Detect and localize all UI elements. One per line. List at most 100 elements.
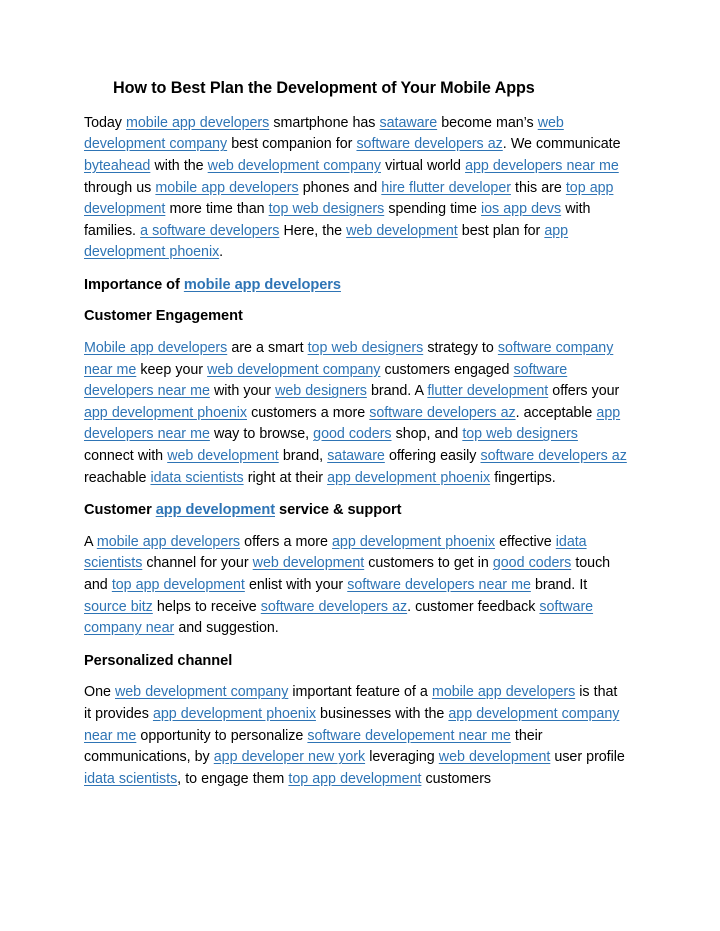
text-fragment: . We communicate: [502, 136, 621, 153]
link-mobile-app-developers[interactable]: mobile app developers: [126, 115, 269, 131]
link-web-development-3[interactable]: web development: [253, 555, 365, 571]
link-top-web-designers-3[interactable]: top web designers: [462, 426, 578, 442]
link-a-software-developers[interactable]: a software developers: [140, 223, 279, 239]
text-fragment: brand,: [278, 448, 328, 465]
heading-customer-service-support: Customer app development service & suppo…: [84, 500, 628, 522]
link-top-web-designers-2[interactable]: top web designers: [308, 340, 424, 356]
link-software-developers-az-3[interactable]: software developers az: [480, 448, 626, 464]
text-fragment: with your: [209, 383, 276, 400]
link-good-coders-2[interactable]: good coders: [493, 555, 571, 571]
link-software-developers-az-4[interactable]: software developers az: [261, 599, 407, 615]
link-web-development-company-2[interactable]: web development company: [208, 158, 381, 174]
link-top-web-designers[interactable]: top web designers: [269, 201, 385, 217]
link-mobile-app-developers-5[interactable]: mobile app developers: [432, 684, 575, 700]
text-fragment: virtual world: [380, 157, 466, 174]
text-fragment: connect with: [84, 448, 168, 465]
text-fragment: with the: [150, 157, 208, 174]
text-fragment: through us: [84, 179, 156, 196]
link-software-developement-near-me[interactable]: software developement near me: [307, 728, 510, 744]
text-fragment: leveraging: [365, 749, 439, 766]
text-fragment: offers your: [548, 383, 620, 400]
text-fragment: customers to get in: [364, 555, 493, 572]
link-mobile-app-developers-2[interactable]: mobile app developers: [155, 180, 298, 196]
text-fragment: this are: [510, 179, 566, 196]
document-page: How to Best Plan the Development of Your…: [0, 0, 720, 931]
link-ios-app-devs[interactable]: ios app devs: [481, 201, 561, 217]
text-fragment: best plan for: [457, 222, 545, 239]
text-fragment: businesses with the: [315, 705, 449, 722]
link-byteahead[interactable]: byteahead: [84, 158, 150, 174]
link-web-development[interactable]: web development: [346, 223, 458, 239]
link-app-development-phoenix-3[interactable]: app development phoenix: [327, 470, 490, 486]
heading-importance: Importance of mobile app developers: [84, 275, 628, 297]
page-title: How to Best Plan the Development of Your…: [113, 79, 535, 97]
text-fragment: keep your: [136, 361, 208, 378]
text-fragment: Today: [84, 114, 127, 131]
text-fragment: brand. It: [530, 577, 588, 594]
link-app-development-phoenix-4[interactable]: app development phoenix: [332, 534, 495, 550]
personalized-channel-paragraph: One web development company important fe…: [84, 682, 628, 790]
intro-paragraph: Today mobile app developers smartphone h…: [84, 113, 628, 264]
link-app-development-phoenix-2[interactable]: app development phoenix: [84, 405, 247, 421]
heading-customer-engagement: Customer Engagement: [84, 308, 243, 325]
heading-personalized-channel: Personalized channel: [84, 652, 233, 669]
text-fragment: user profile: [550, 749, 625, 766]
text-fragment: become man’s: [437, 114, 538, 131]
link-web-development-company-3[interactable]: web development company: [207, 362, 380, 378]
customer-engagement-paragraph: Mobile app developers are a smart top we…: [84, 338, 628, 489]
text-fragment: reachable: [84, 469, 151, 486]
customer-service-paragraph: A mobile app developers offers a more ap…: [84, 532, 628, 640]
link-mobile-app-developers-4[interactable]: mobile app developers: [97, 534, 240, 550]
text-fragment: helps to receive: [152, 598, 261, 615]
link-software-developers-az-2[interactable]: software developers az: [369, 405, 515, 421]
link-app-developer-new-york[interactable]: app developer new york: [214, 749, 365, 765]
text-fragment: are a smart: [227, 340, 308, 357]
text-fragment: more time than: [165, 201, 269, 218]
link-software-developers-az[interactable]: software developers az: [356, 136, 502, 152]
text-fragment: strategy to: [423, 340, 498, 357]
link-top-app-development-2[interactable]: top app development: [112, 577, 245, 593]
text-fragment: way to browse,: [209, 426, 314, 443]
text-fragment: important feature of a: [288, 684, 432, 701]
text-fragment: phones and: [298, 179, 382, 196]
text-fragment: . customer feedback: [407, 598, 540, 615]
link-flutter-development[interactable]: flutter development: [427, 383, 548, 399]
text-fragment: enlist with your: [244, 577, 348, 594]
text-fragment: and suggestion.: [174, 620, 279, 637]
link-app-developers-near-me[interactable]: app developers near me: [465, 158, 619, 174]
text-fragment: effective: [495, 533, 556, 550]
text-fragment: channel for your: [142, 555, 253, 572]
link-heading-mobile-app-developers[interactable]: mobile app developers: [184, 277, 341, 293]
link-web-development-company-4[interactable]: web development company: [115, 684, 288, 700]
link-idata-scientists[interactable]: idata scientists: [150, 470, 243, 486]
link-software-developers-near-me-2[interactable]: software developers near me: [347, 577, 531, 593]
text-fragment: customers engaged: [380, 361, 514, 378]
link-idata-scientists-3[interactable]: idata scientists: [84, 771, 177, 787]
link-mobile-app-developers-3[interactable]: Mobile app developers: [84, 340, 227, 356]
link-top-app-development-3[interactable]: top app development: [288, 771, 421, 787]
text-fragment: customers: [421, 770, 492, 787]
text-fragment: best companion for: [227, 136, 357, 153]
text-fragment: Here, the: [279, 222, 347, 239]
text-fragment: spending time: [384, 201, 482, 218]
text-fragment: shop, and: [391, 426, 463, 443]
link-sataware-2[interactable]: sataware: [327, 448, 385, 464]
link-source-bitz[interactable]: source bitz: [84, 599, 153, 615]
heading-text: Customer: [84, 502, 156, 519]
text-fragment: customers a more: [247, 404, 370, 421]
link-app-development-phoenix-5[interactable]: app development phoenix: [153, 706, 316, 722]
text-fragment: right at their: [243, 469, 328, 486]
link-good-coders[interactable]: good coders: [313, 426, 391, 442]
link-sataware[interactable]: sataware: [380, 115, 438, 131]
text-fragment: offers a more: [240, 533, 333, 550]
text-fragment: , to engage them: [177, 770, 289, 787]
link-heading-app-development[interactable]: app development: [156, 502, 275, 518]
link-hire-flutter-developer[interactable]: hire flutter developer: [381, 180, 511, 196]
link-web-development-2[interactable]: web development: [167, 448, 279, 464]
link-web-designers[interactable]: web designers: [275, 383, 367, 399]
text-fragment: brand. A: [366, 383, 428, 400]
heading-text: Importance of: [84, 276, 184, 293]
link-web-development-4[interactable]: web development: [439, 749, 551, 765]
text-fragment: opportunity to personalize: [136, 727, 308, 744]
text-fragment: smartphone has: [269, 114, 380, 131]
